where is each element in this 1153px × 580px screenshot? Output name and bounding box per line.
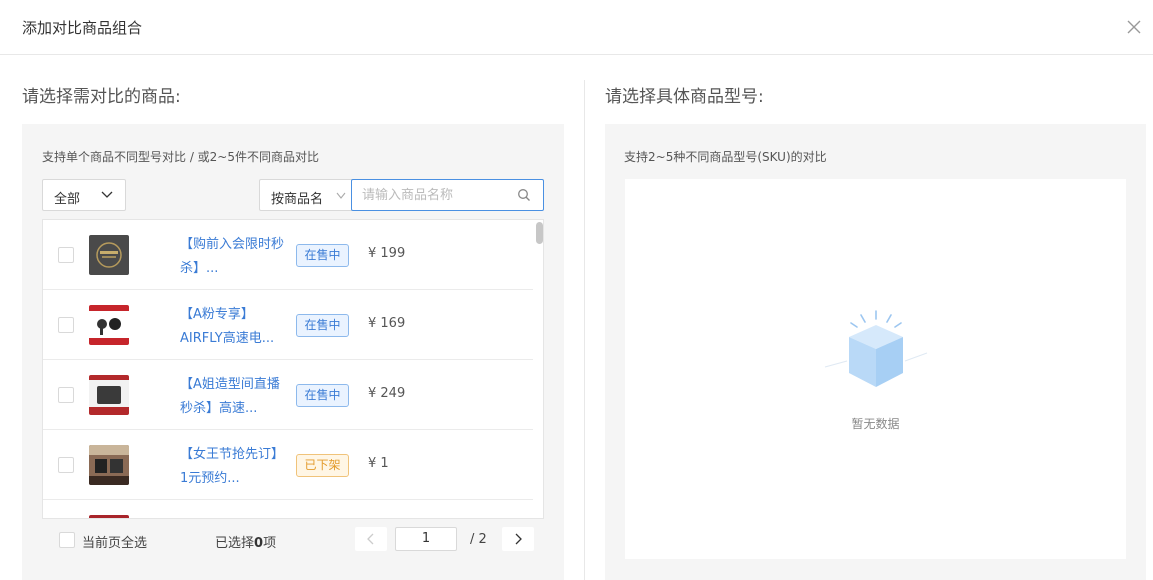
product-checkbox[interactable]	[58, 457, 74, 473]
product-name[interactable]: 【购前入会限时秒杀】...	[180, 233, 285, 281]
product-hint: 支持单个商品不同型号对比 / 或2~5件不同商品对比	[42, 150, 319, 164]
panel-divider	[584, 80, 585, 580]
prev-page-button[interactable]	[355, 527, 387, 551]
empty-state-text: 暂无数据	[851, 417, 900, 431]
product-row[interactable]: 【A姐造型间直播秒杀】高速... 在售中 ¥ 249	[43, 360, 533, 430]
search-icon[interactable]	[517, 188, 531, 202]
close-button[interactable]	[1123, 16, 1145, 38]
page-number-input[interactable]: 1	[395, 527, 457, 551]
product-thumbnail	[89, 445, 129, 485]
select-all-label[interactable]: 当前页全选	[82, 532, 147, 551]
sku-panel: 支持2~5种不同商品型号(SKU)的对比 暂无数据	[605, 124, 1146, 580]
status-badge: 在售中	[296, 244, 349, 267]
product-price: ¥ 1	[368, 456, 389, 471]
product-section-title: 请选择需对比的商品:	[22, 87, 181, 107]
selected-prefix: 已选择	[215, 536, 255, 551]
status-filter-select[interactable]: 全部	[42, 179, 126, 211]
product-checkbox[interactable]	[58, 317, 74, 333]
product-row[interactable]: 【A粉专享】AIRFLY高速电... 在售中 ¥ 169	[43, 290, 533, 360]
search-mode-label: 按商品名	[271, 192, 324, 207]
search-box[interactable]	[351, 179, 544, 211]
dialog-header: 添加对比商品组合	[0, 0, 1153, 55]
selected-count: 0	[254, 536, 264, 551]
product-row[interactable]: 【女王节抢先订】1元预约... 已下架 ¥ 1	[43, 430, 533, 500]
product-thumbnail	[89, 375, 129, 415]
product-price: ¥ 199	[368, 246, 406, 261]
search-mode-select[interactable]: 按商品名	[259, 179, 352, 211]
sku-hint: 支持2~5种不同商品型号(SKU)的对比	[624, 150, 827, 164]
status-badge: 在售中	[296, 384, 349, 407]
product-checkbox[interactable]	[58, 387, 74, 403]
list-scrollbar[interactable]	[535, 220, 543, 518]
search-input[interactable]	[362, 186, 512, 204]
next-page-button[interactable]	[502, 527, 534, 551]
product-price: ¥ 249	[368, 386, 406, 401]
chevron-down-icon	[101, 191, 113, 198]
chevron-down-icon	[336, 192, 346, 199]
product-checkbox[interactable]	[58, 247, 74, 263]
select-all-checkbox[interactable]	[59, 532, 75, 548]
close-icon[interactable]	[1123, 16, 1145, 38]
status-filter-value: 全部	[54, 192, 81, 207]
sku-list-area: 暂无数据	[625, 179, 1126, 559]
product-name[interactable]: 【A粉专享】AIRFLY高速电...	[180, 303, 285, 351]
page-total: / 2	[470, 532, 487, 547]
scrollbar-thumb[interactable]	[536, 222, 543, 244]
status-badge: 已下架	[296, 454, 349, 477]
sku-section-title: 请选择具体商品型号:	[605, 87, 764, 107]
product-row[interactable]: 【购前入会限时秒杀】... 在售中 ¥ 199	[43, 220, 533, 290]
empty-box-icon	[824, 310, 928, 387]
product-name[interactable]: 【女王节抢先订】1元预约...	[180, 443, 285, 491]
selected-count-info: 已选择0项	[215, 532, 276, 551]
selected-suffix: 项	[263, 536, 277, 551]
product-name[interactable]: 【A姐造型间直播秒杀】高速...	[180, 373, 285, 421]
product-panel: 支持单个商品不同型号对比 / 或2~5件不同商品对比 全部 按商品名 请输入商品…	[22, 124, 564, 580]
status-badge: 在售中	[296, 314, 349, 337]
product-list[interactable]: 【购前入会限时秒杀】... 在售中 ¥ 199 【A粉专享】AIRFLY高速电.…	[42, 219, 544, 519]
product-thumbnail	[89, 235, 129, 275]
product-row[interactable]	[43, 500, 533, 518]
product-price: ¥ 169	[368, 316, 406, 331]
chevron-right-icon[interactable]	[502, 527, 534, 551]
chevron-left-icon[interactable]	[355, 527, 387, 551]
product-thumbnail	[89, 305, 129, 345]
product-thumbnail	[89, 515, 129, 518]
dialog-title: 添加对比商品组合	[22, 19, 143, 37]
